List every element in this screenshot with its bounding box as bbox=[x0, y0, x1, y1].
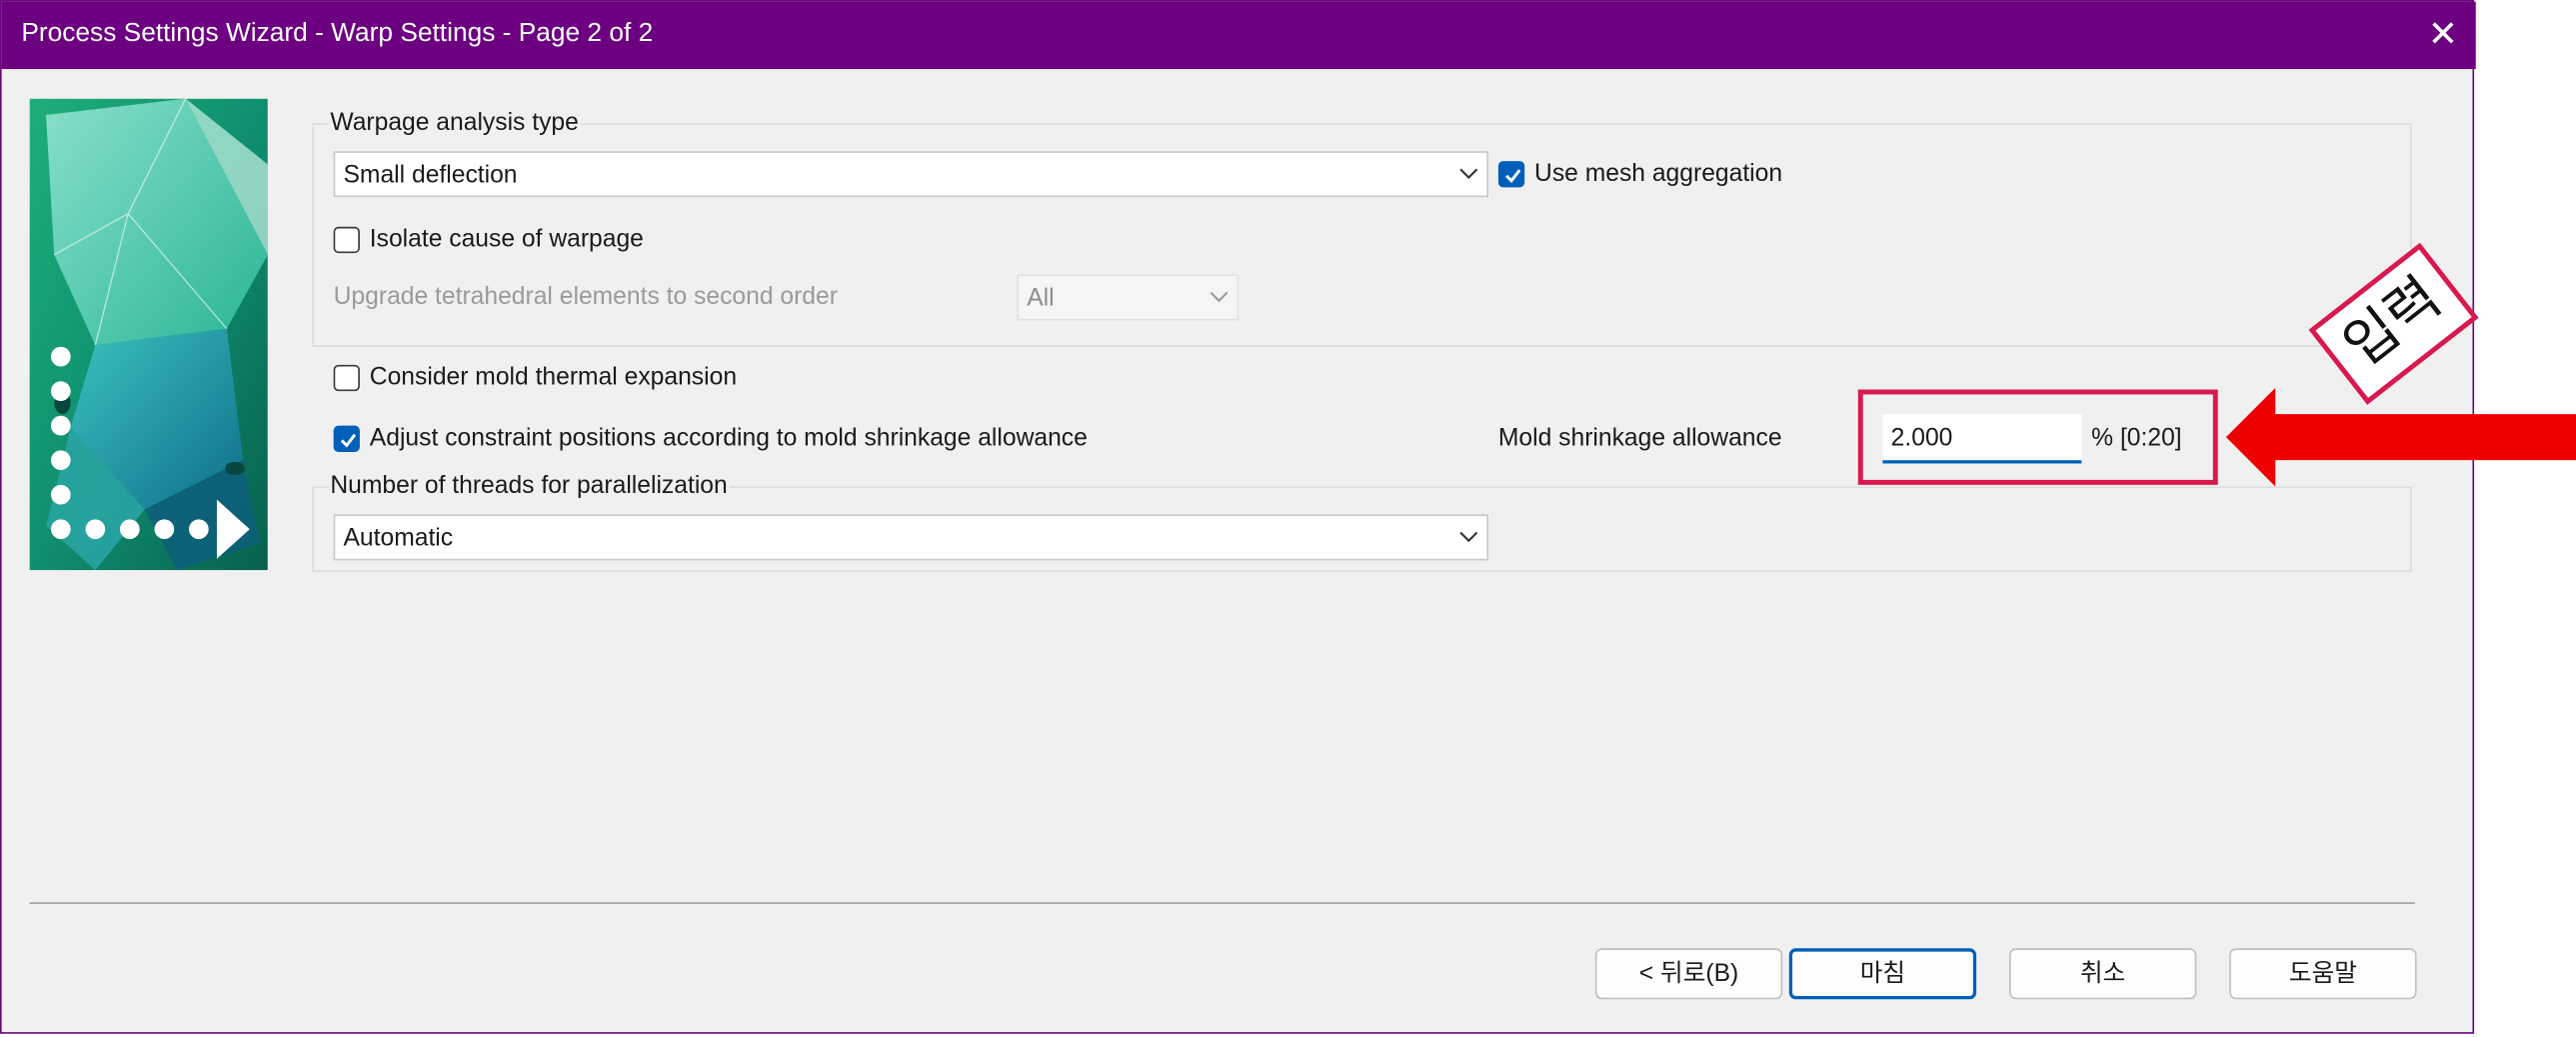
threads-select[interactable]: Automatic bbox=[333, 514, 1489, 561]
upgrade-tetrahedral-value: All bbox=[1027, 284, 1055, 313]
adjust-constraint-positions-label: Adjust constraint positions according to… bbox=[369, 424, 1088, 452]
checkbox-unchecked-icon bbox=[333, 364, 360, 392]
red-arrow-icon bbox=[2225, 387, 2576, 487]
finish-button[interactable]: 마침 bbox=[1788, 948, 1977, 1000]
screenshot-stage: Process Settings Wizard - Warp Settings … bbox=[0, 0, 2576, 1037]
mold-shrinkage-allowance-label: Mold shrinkage allowance bbox=[1497, 424, 1782, 452]
checkbox-checked-icon bbox=[333, 425, 360, 452]
close-icon[interactable]: ✕ bbox=[2417, 8, 2470, 61]
isolate-cause-label: Isolate cause of warpage bbox=[369, 225, 644, 254]
footer-divider bbox=[29, 902, 2415, 904]
title-bar[interactable]: Process Settings Wizard - Warp Settings … bbox=[1, 1, 2476, 70]
input-highlight-box bbox=[1857, 389, 2218, 485]
chevron-down-icon bbox=[1459, 531, 1478, 543]
threads-group-label: Number of threads for parallelization bbox=[328, 471, 730, 500]
cancel-button[interactable]: 취소 bbox=[2009, 948, 2197, 1000]
checkbox-checked-icon bbox=[1497, 161, 1525, 188]
back-button[interactable]: < 뒤로(B) bbox=[1594, 948, 1783, 1000]
threads-value: Automatic bbox=[343, 524, 454, 553]
process-settings-wizard-dialog: Process Settings Wizard - Warp Settings … bbox=[0, 0, 2476, 1034]
chevron-down-icon bbox=[1210, 291, 1229, 303]
warpage-analysis-type-select[interactable]: Small deflection bbox=[333, 151, 1489, 198]
warpage-analysis-type-value: Small deflection bbox=[343, 161, 518, 190]
help-button[interactable]: 도움말 bbox=[2229, 948, 2417, 1000]
upgrade-tetrahedral-label: Upgrade tetrahedral elements to second o… bbox=[333, 282, 838, 311]
wizard-illustration bbox=[29, 98, 268, 571]
warpage-analysis-type-label: Warpage analysis type bbox=[328, 108, 581, 137]
checkbox-unchecked-icon bbox=[333, 226, 360, 254]
window-title: Process Settings Wizard - Warp Settings … bbox=[21, 19, 654, 48]
upgrade-tetrahedral-select: All bbox=[1017, 274, 1240, 321]
chevron-down-icon bbox=[1459, 168, 1478, 180]
use-mesh-aggregation-label: Use mesh aggregation bbox=[1534, 159, 1783, 188]
consider-mold-thermal-expansion-label: Consider mold thermal expansion bbox=[369, 363, 738, 392]
